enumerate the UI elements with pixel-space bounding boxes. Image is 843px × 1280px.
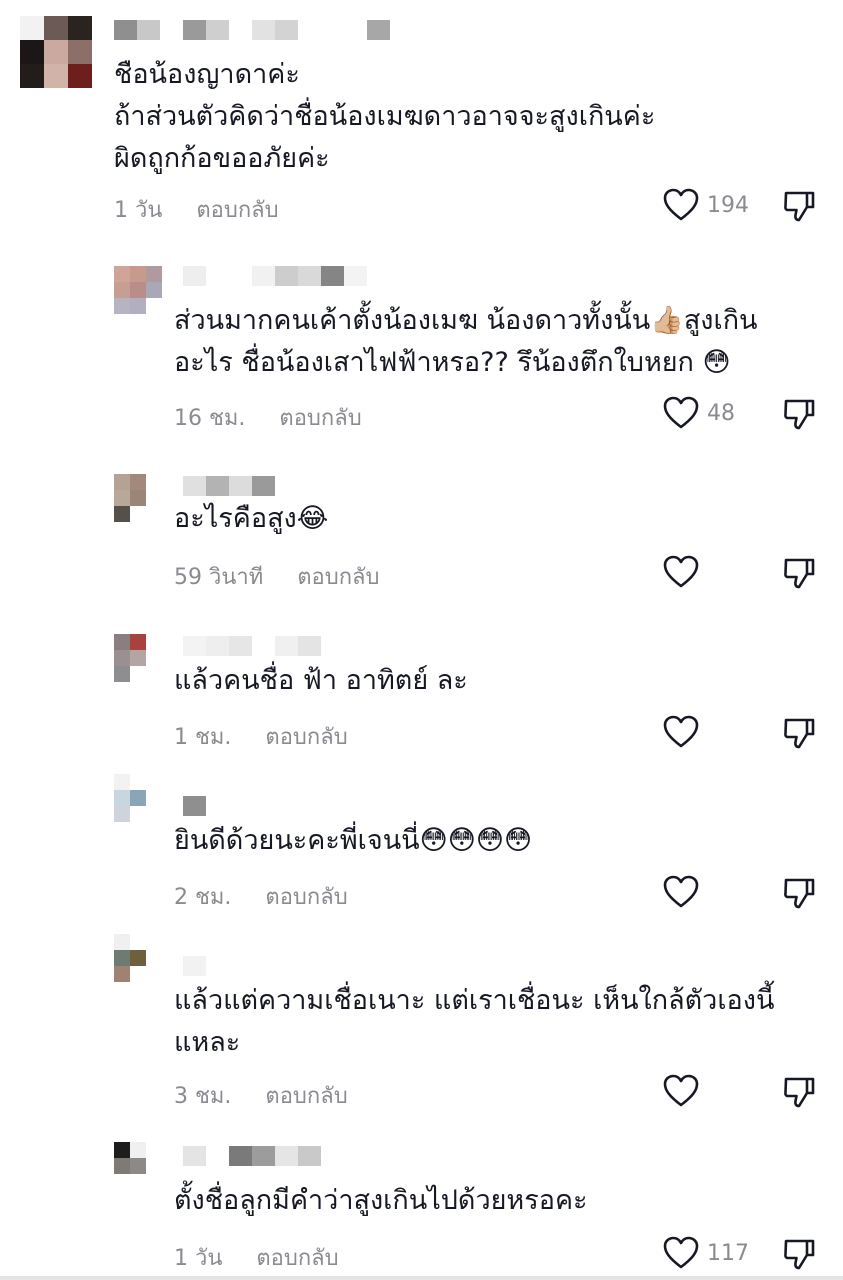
thumbs-down-icon bbox=[784, 1077, 815, 1108]
heart-icon bbox=[663, 188, 699, 221]
thumbs-down-icon bbox=[784, 1239, 815, 1270]
reply-button[interactable]: ตอบกลับ bbox=[265, 719, 347, 754]
comment-time: 2 ชม. bbox=[174, 885, 232, 910]
dislike-button[interactable] bbox=[783, 556, 815, 594]
avatar[interactable] bbox=[114, 774, 162, 822]
comment-time: 1 ชม. bbox=[174, 725, 232, 750]
like-count: 194 bbox=[707, 192, 749, 218]
avatar[interactable] bbox=[114, 266, 162, 314]
comment-text: ส่วนมากคนเค้าตั้งน้องเมฆ น้องดาวทั้งนั้น… bbox=[174, 305, 758, 378]
comment-text: ยินดีด้วยนะคะพี่เจนนี่😳😳😳😳 bbox=[174, 825, 533, 856]
thumbs-down-icon bbox=[784, 558, 815, 589]
avatar[interactable] bbox=[20, 16, 92, 88]
comment-meta: 59 วินาที ตอบกลับ bbox=[174, 559, 379, 594]
like-count: 48 bbox=[707, 400, 735, 426]
like-button[interactable] bbox=[663, 555, 707, 589]
avatar[interactable] bbox=[114, 634, 162, 682]
comment-meta: 16 ชม. ตอบกลับ bbox=[174, 400, 362, 435]
reply-button[interactable]: ตอบกลับ bbox=[279, 400, 361, 435]
like-button[interactable] bbox=[663, 875, 707, 909]
heart-icon bbox=[663, 1074, 699, 1107]
reply-button[interactable]: ตอบกลับ bbox=[265, 1078, 347, 1113]
heart-icon bbox=[663, 1236, 699, 1269]
avatar[interactable] bbox=[114, 474, 162, 522]
username-blurred[interactable] bbox=[183, 796, 206, 816]
heart-icon bbox=[663, 715, 699, 748]
like-button[interactable]: 194 bbox=[663, 188, 749, 222]
comment-time: 59 วินาที bbox=[174, 565, 264, 590]
comment-time: 3 ชม. bbox=[174, 1084, 232, 1109]
comment-text: แล้วคนชื่อ ฟ้า อาทิตย์ ละ bbox=[174, 665, 468, 696]
reply-button[interactable]: ตอบกลับ bbox=[265, 879, 347, 914]
thumbs-down-icon bbox=[784, 399, 815, 430]
username-blurred[interactable] bbox=[114, 20, 390, 40]
heart-icon bbox=[663, 875, 699, 908]
comment-text: อะไรคือสูง😂 bbox=[174, 503, 329, 534]
comment-time: 1 วัน bbox=[174, 1246, 223, 1271]
thumbs-down-icon bbox=[784, 718, 815, 749]
dislike-button[interactable] bbox=[783, 397, 815, 435]
username-blurred[interactable] bbox=[183, 476, 275, 496]
comment-meta: 1 ชม. ตอบกลับ bbox=[174, 719, 348, 754]
reply-button[interactable]: ตอบกลับ bbox=[297, 559, 379, 594]
comment-text: แล้วแต่ความเชื่อเนาะ แต่เราเชื่อนะ เห็นใ… bbox=[174, 985, 775, 1058]
like-count: 117 bbox=[707, 1240, 749, 1266]
comment-text: ชือน้องญาดาค่ะ ถ้าส่วนตัวคิดว่าชื่อน้องเ… bbox=[114, 59, 656, 174]
reply-button[interactable]: ตอบกลับ bbox=[256, 1240, 338, 1275]
dislike-button[interactable] bbox=[783, 876, 815, 914]
username-blurred[interactable] bbox=[183, 636, 321, 656]
dislike-button[interactable] bbox=[783, 716, 815, 754]
reply-button[interactable]: ตอบกลับ bbox=[196, 192, 278, 227]
like-button[interactable]: 48 bbox=[663, 396, 735, 430]
dislike-button[interactable] bbox=[783, 189, 815, 227]
comment-meta: 1 วัน ตอบกลับ bbox=[174, 1240, 339, 1275]
username-blurred[interactable] bbox=[183, 1146, 321, 1166]
scroll-bottom-edge bbox=[0, 1276, 843, 1280]
comment-meta: 3 ชม. ตอบกลับ bbox=[174, 1078, 348, 1113]
heart-icon bbox=[663, 396, 699, 429]
comment-text: ตั้งชื่อลูกมีคำว่าสูงเกินไปด้วยหรอคะ bbox=[174, 1185, 588, 1216]
avatar[interactable] bbox=[114, 1142, 162, 1190]
heart-icon bbox=[663, 555, 699, 588]
comment-time: 16 ชม. bbox=[174, 406, 246, 431]
username-blurred[interactable] bbox=[183, 266, 367, 286]
username-blurred[interactable] bbox=[183, 956, 206, 976]
dislike-button[interactable] bbox=[783, 1237, 815, 1275]
dislike-button[interactable] bbox=[783, 1075, 815, 1113]
thumbs-down-icon bbox=[784, 191, 815, 222]
comment-meta: 1 วัน ตอบกลับ bbox=[114, 192, 279, 227]
like-button[interactable] bbox=[663, 715, 707, 749]
like-button[interactable] bbox=[663, 1074, 707, 1108]
like-button[interactable]: 117 bbox=[663, 1236, 749, 1270]
avatar[interactable] bbox=[114, 934, 162, 982]
comment-meta: 2 ชม. ตอบกลับ bbox=[174, 879, 348, 914]
thumbs-down-icon bbox=[784, 878, 815, 909]
comment-time: 1 วัน bbox=[114, 198, 163, 223]
